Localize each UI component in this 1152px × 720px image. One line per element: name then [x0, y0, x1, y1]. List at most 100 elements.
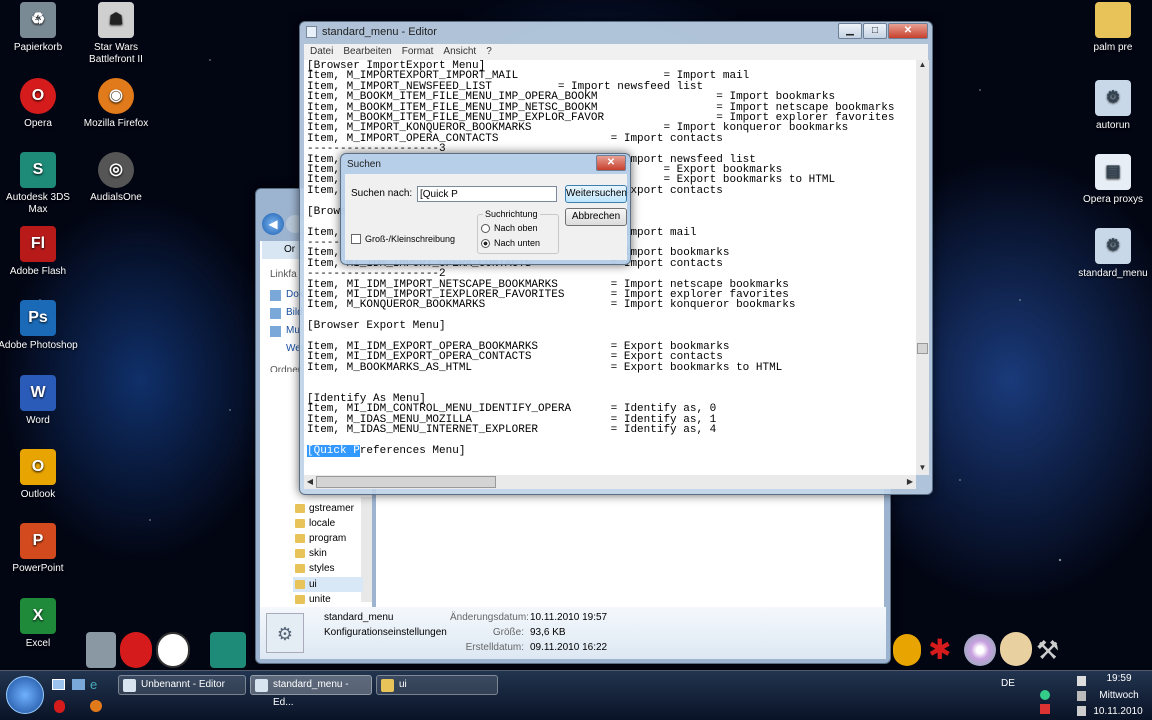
language-indicator[interactable]: DE [1001, 678, 1015, 689]
desktop-icon-word[interactable]: W Word [0, 375, 78, 427]
scroll-down-arrow[interactable]: ▼ [916, 463, 929, 475]
desktop-icon-opera-proxys[interactable]: ▤ Opera proxys [1073, 154, 1152, 206]
editor-menubar: Datei Bearbeiten Format Ansicht ? [304, 44, 928, 60]
hscroll-left-arrow[interactable]: ◀ [304, 475, 316, 489]
tray-shield-icon[interactable] [1040, 704, 1050, 714]
dock-tools-icon[interactable]: ⚒ [1036, 634, 1068, 666]
find-input[interactable] [417, 186, 557, 202]
search-highlight: [Quick P [307, 445, 360, 458]
desktop-icon-firefox[interactable]: ◉ Mozilla Firefox [76, 78, 156, 130]
radio-up-circle [481, 224, 490, 233]
desktop-icon-outlook[interactable]: O Outlook [0, 449, 78, 501]
quicklaunch-opera-icon[interactable] [54, 700, 65, 713]
dock-cd-icon[interactable] [964, 634, 996, 666]
maximize-button[interactable]: □ [863, 23, 887, 39]
folder-ui[interactable]: ui [293, 577, 363, 592]
find-next-button[interactable]: Weitersuchen [565, 185, 627, 203]
tree-folders-partial [263, 372, 299, 500]
menu-help[interactable]: ? [486, 44, 492, 60]
desktop-icon-autorun[interactable]: ⚙ autorun [1073, 80, 1152, 132]
find-label: Suchen nach: [351, 188, 413, 199]
dock-recycle-bin-icon[interactable] [86, 632, 116, 668]
radio-up[interactable]: Nach oben [481, 223, 538, 233]
dock-opera-icon[interactable] [120, 632, 152, 668]
direction-group [477, 214, 559, 254]
excel-icon: X [20, 598, 56, 634]
desktop-icon-flash[interactable]: Fl Adobe Flash [0, 226, 78, 278]
tray-network-icon[interactable] [1040, 690, 1050, 700]
hscroll-right-arrow[interactable]: ▶ [904, 475, 916, 489]
vertical-scrollbar[interactable]: ▲ ▼ [916, 60, 929, 475]
taskbar-item-ui[interactable]: ui [376, 675, 498, 695]
menu-datei[interactable]: Datei [310, 44, 333, 60]
desktop-icon-excel[interactable]: X Excel [0, 598, 78, 650]
nav-music[interactable]: Mu [270, 325, 300, 337]
pictures-icon [270, 308, 281, 319]
folder-gstreamer[interactable]: gstreamer [293, 501, 363, 516]
file-icon: ▤ [1095, 154, 1131, 190]
hscroll-thumb[interactable] [316, 476, 496, 488]
dock-chef-icon[interactable] [1000, 632, 1032, 666]
close-button[interactable]: ✕ [888, 23, 928, 39]
desktop-icon-starwars[interactable]: ☗ Star Wars Battlefront II [76, 2, 156, 66]
taskbar-item-unbenannt[interactable]: Unbenannt - Editor [118, 675, 246, 695]
favorites-header: Linkfa [270, 269, 297, 280]
tray-volume-icon[interactable] [1077, 676, 1086, 686]
folder-locale[interactable]: locale [293, 516, 363, 531]
menu-bearbeiten[interactable]: Bearbeiten [343, 44, 391, 60]
word-icon: W [20, 375, 56, 411]
match-case-checkbox[interactable]: Groß-/Kleinschreibung [351, 234, 455, 244]
desktop-icon-palm-pre[interactable]: palm pre [1073, 2, 1152, 54]
folder-styles[interactable]: styles [293, 561, 363, 576]
dock-star-icon[interactable]: ✱ [928, 634, 958, 666]
menu-format[interactable]: Format [402, 44, 434, 60]
clock-time[interactable]: 19:59 [1094, 673, 1144, 684]
horizontal-scrollbar[interactable]: ◀ ▶ [304, 475, 916, 489]
back-button[interactable]: ◀ [262, 213, 284, 235]
folder-skin[interactable]: skin [293, 546, 363, 561]
nav-pictures[interactable]: Bild [270, 307, 303, 319]
music-icon [270, 326, 281, 337]
desktop-icon-audials[interactable]: ◎ AudialsOne [76, 152, 156, 204]
outlook-icon: O [20, 449, 56, 485]
quicklaunch-switch-icon[interactable] [72, 679, 85, 690]
details-created: 09.11.2010 16:22 [530, 642, 608, 653]
start-button[interactable] [6, 676, 44, 714]
desktop-icon-3dsmax[interactable]: S Autodesk 3DS Max [0, 152, 78, 216]
folder-program[interactable]: program [293, 531, 363, 546]
notepad-icon [123, 679, 136, 692]
folder-icon [1095, 2, 1131, 38]
desktop-icon-papierkorb[interactable]: ♻ Papierkorb [0, 2, 78, 54]
file-list[interactable] [376, 489, 884, 607]
menu-ansicht[interactable]: Ansicht [443, 44, 476, 60]
desktop-icon-standard-menu[interactable]: ⚙ standard_menu [1073, 228, 1152, 280]
dock-clock-icon[interactable] [156, 632, 190, 668]
folder-unite[interactable]: unite [293, 592, 363, 607]
scroll-up-arrow[interactable]: ▲ [916, 60, 929, 72]
minimize-button[interactable]: ▁ [838, 23, 862, 39]
notepad-icon [306, 26, 317, 38]
dock-3dsmax-icon[interactable] [210, 632, 246, 668]
find-dialog-title: Suchen [347, 158, 381, 170]
quicklaunch-desktop-icon[interactable] [52, 679, 65, 690]
details-modified-label: Änderungsdatum: [450, 612, 529, 623]
tray-battery-icon[interactable] [1077, 691, 1086, 701]
taskbar-item-standard-menu[interactable]: standard_menu - Ed... [250, 675, 372, 708]
find-dialog[interactable]: Suchen ✕ Suchen nach: Weitersuchen Abbre… [340, 153, 631, 265]
find-close-button[interactable]: ✕ [596, 155, 626, 171]
details-size-label: Größe: [492, 627, 524, 638]
editor-text-area[interactable]: [Browser ImportExport Menu] Item, M_IMPOR… [304, 60, 916, 475]
details-type: Konfigurationseinstellungen [324, 627, 447, 638]
text-line: Item, M_KONQUEROR_BOOKMARKS = Import kon… [307, 299, 796, 312]
radio-down[interactable]: Nach unten [481, 238, 540, 248]
desktop-icon-opera[interactable]: O Opera [0, 78, 78, 130]
desktop-icon-photoshop[interactable]: Ps Adobe Photoshop [0, 300, 78, 352]
scroll-thumb[interactable] [917, 343, 928, 354]
highlighted-line: [Quick Preferences Menu] [307, 445, 466, 458]
dock-emoticon-icon[interactable] [893, 634, 921, 666]
tray-flag-icon[interactable] [1077, 706, 1086, 716]
quicklaunch-firefox-icon[interactable] [90, 700, 102, 712]
cancel-button[interactable]: Abbrechen [565, 208, 627, 226]
quicklaunch-ie-icon[interactable]: e [90, 678, 103, 691]
desktop-icon-powerpoint[interactable]: P PowerPoint [0, 523, 78, 575]
